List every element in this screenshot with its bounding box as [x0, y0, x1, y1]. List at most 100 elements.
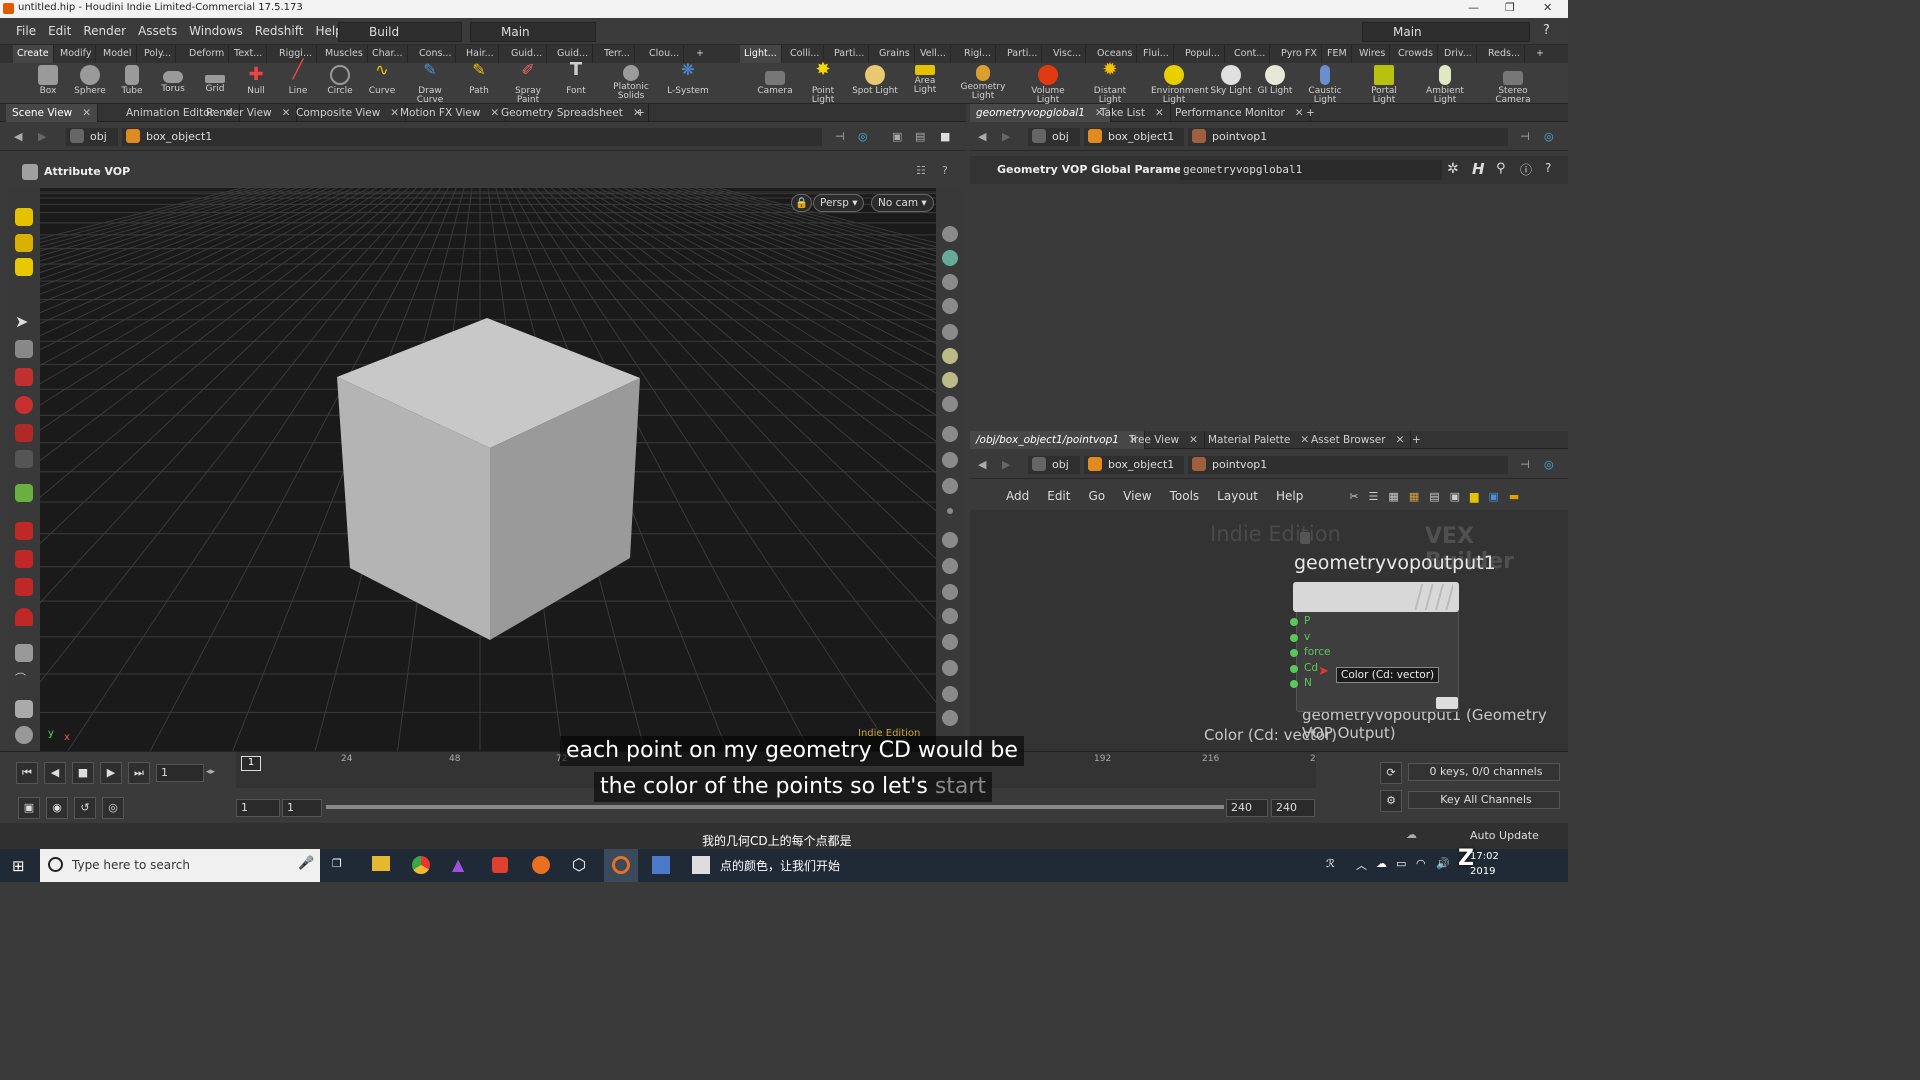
- menu-render[interactable]: Render: [77, 18, 132, 45]
- tool-point-light[interactable]: ✸ Point Light: [800, 61, 846, 105]
- tool-camera[interactable]: Camera: [752, 65, 798, 96]
- net-display-icon[interactable]: ▣: [1450, 490, 1460, 503]
- windows-start-icon[interactable]: ⊞: [12, 857, 25, 875]
- display-options-icon[interactable]: ▣: [892, 128, 902, 146]
- geometryvopoutput1-node[interactable]: [1293, 582, 1459, 612]
- tree-icon[interactable]: ☰: [1369, 490, 1379, 503]
- shelf-tab-drive[interactable]: Driv...: [1440, 45, 1477, 63]
- net-menu-help[interactable]: Help: [1276, 489, 1303, 503]
- tool-line[interactable]: ╱ Line: [275, 61, 321, 96]
- app-icon-purple[interactable]: ▲: [452, 855, 464, 874]
- shelf-tab-terrain[interactable]: Terr...: [600, 45, 635, 63]
- net-menu-add[interactable]: Add: [1006, 489, 1029, 503]
- shelf-tab-rigid[interactable]: Rigi...: [960, 45, 996, 63]
- maximize-icon[interactable]: ❐: [1505, 1, 1515, 14]
- tool-stereo-camera[interactable]: Stereo Camera: [1490, 65, 1536, 105]
- tool-tube[interactable]: Tube: [109, 65, 155, 96]
- net-path-pointvop1[interactable]: pointvop1: [1188, 456, 1508, 474]
- global-anim-icon[interactable]: ◎: [102, 797, 124, 819]
- port-Cd[interactable]: [1290, 665, 1298, 673]
- shelf-tab-grains[interactable]: Grains: [875, 45, 915, 63]
- display-icon-10[interactable]: [942, 452, 958, 468]
- pin-icon[interactable]: ⊣: [835, 128, 845, 146]
- rotate-tool-icon[interactable]: [15, 396, 33, 414]
- view-tool-icon[interactable]: [15, 484, 33, 502]
- tab-performance-monitor[interactable]: Performance Monitor ✕: [1169, 104, 1311, 122]
- step-back-icon[interactable]: ◂▸: [206, 767, 215, 777]
- right-path-pointvop1[interactable]: pointvop1: [1188, 128, 1508, 146]
- jump-start-button[interactable]: ⏮: [16, 762, 38, 784]
- menu-windows[interactable]: Windows: [183, 18, 249, 45]
- auto-update-dropdown[interactable]: Auto Update: [1470, 829, 1539, 842]
- net-menu-edit[interactable]: Edit: [1047, 489, 1070, 503]
- tool-spray-paint[interactable]: ✐ Spray Paint: [505, 62, 551, 105]
- volume-icon[interactable]: 🔊: [1436, 857, 1450, 870]
- info-icon[interactable]: ⓘ: [1520, 161, 1532, 178]
- shelf-tab-lights[interactable]: Light...: [740, 45, 782, 63]
- shelf-tab-muscles[interactable]: Muscles: [321, 45, 368, 63]
- tool-geometry-light[interactable]: Geometry Light: [960, 65, 1006, 101]
- photos-icon[interactable]: [692, 856, 710, 874]
- display-icon-5[interactable]: [942, 324, 958, 340]
- box-network-icon[interactable]: ▬: [1509, 490, 1519, 503]
- persp-dropdown[interactable]: Persp ▾: [813, 194, 865, 212]
- menu-redshift[interactable]: Redshift: [249, 18, 310, 45]
- shelf-tab-wires[interactable]: Wires: [1355, 45, 1391, 63]
- shelf-tab-model[interactable]: Model: [99, 45, 137, 63]
- image-icon[interactable]: ▣: [1489, 490, 1499, 503]
- jump-end-button[interactable]: ⏭: [128, 762, 150, 784]
- display-icon-17[interactable]: [942, 634, 958, 650]
- right-path-box[interactable]: box_object1: [1084, 128, 1184, 146]
- pin-icon-net[interactable]: ⊣: [1520, 456, 1530, 474]
- back-icon-right[interactable]: ◀: [978, 128, 986, 146]
- tool-lsystem[interactable]: ❋ L-System: [665, 62, 711, 96]
- key-all-channels-dropdown[interactable]: Key All Channels: [1408, 791, 1560, 809]
- net-path-obj[interactable]: obj: [1028, 456, 1080, 474]
- handle-tool-icon[interactable]: [15, 258, 33, 276]
- ime-icon[interactable]: ℛ: [1326, 857, 1335, 870]
- display-icon-11[interactable]: [942, 478, 958, 494]
- view-lock-icon[interactable]: 🔒: [791, 194, 813, 212]
- tab-motion-fx-view[interactable]: Motion FX View ✕: [394, 104, 507, 122]
- tool-sky-light[interactable]: Sky Light: [1208, 65, 1254, 96]
- tool-portal-light[interactable]: Portal Light: [1361, 65, 1407, 105]
- shelf-tab-particles[interactable]: Parti...: [830, 45, 870, 63]
- shelf-tab-fluids[interactable]: Flui...: [1139, 45, 1174, 63]
- display-icon-20[interactable]: [942, 710, 958, 726]
- menu-file[interactable]: File: [10, 18, 42, 45]
- tool-torus[interactable]: Torus: [150, 65, 196, 94]
- tab-network-path[interactable]: /obj/box_object1/pointvop1 ✕: [970, 431, 1145, 449]
- add-tab-icon[interactable]: +: [630, 104, 651, 122]
- shelf-tab-create[interactable]: Create: [13, 45, 54, 63]
- path-box-object1[interactable]: box_object1: [122, 128, 822, 146]
- tab-geometryvopglobal1[interactable]: geometryvopglobal1 ✕: [970, 104, 1111, 122]
- param-help-icon[interactable]: ?: [1545, 161, 1551, 175]
- range-slider[interactable]: [326, 805, 1224, 809]
- tab-tree-view[interactable]: Tree View ✕: [1123, 431, 1205, 449]
- shelf-tab-fem[interactable]: FEM: [1323, 45, 1352, 63]
- add-tab-icon-right[interactable]: +: [1300, 104, 1321, 122]
- number-display-icon[interactable]: [942, 584, 958, 600]
- minimize-icon[interactable]: —: [1468, 1, 1479, 14]
- tool-gi-light[interactable]: GI Light: [1252, 65, 1298, 96]
- desktop-main-select[interactable]: Main: [470, 22, 596, 42]
- grid-view-icon[interactable]: ▤: [1429, 490, 1439, 503]
- viewport-layout-icon[interactable]: ■: [940, 128, 950, 146]
- pose-tool-icon[interactable]: [15, 450, 33, 468]
- scale-tool-icon[interactable]: [15, 424, 33, 442]
- unity-icon[interactable]: ⬡: [572, 855, 586, 874]
- lock-icon[interactable]: [15, 340, 33, 358]
- shelf-tab-pyrofx[interactable]: Pyro FX: [1277, 45, 1322, 63]
- stop-button[interactable]: ■: [72, 762, 94, 784]
- palette-icon[interactable]: ▦: [1409, 490, 1419, 503]
- menu-edit[interactable]: Edit: [42, 18, 77, 45]
- display-icon-18[interactable]: [942, 660, 958, 676]
- tab-asset-browser[interactable]: Asset Browser ✕: [1305, 431, 1412, 449]
- key-sync-icon[interactable]: ⟳: [1380, 762, 1402, 784]
- display-icon-19[interactable]: [942, 686, 958, 702]
- port-v[interactable]: [1290, 634, 1298, 642]
- display-icon-1[interactable]: [942, 226, 958, 242]
- tab-material-palette[interactable]: Material Palette ✕: [1202, 431, 1317, 449]
- select-tool-icon[interactable]: [15, 208, 33, 226]
- scene-viewport[interactable]: y x 🔒 Persp ▾ No cam ▾ Indie Edition: [40, 188, 936, 751]
